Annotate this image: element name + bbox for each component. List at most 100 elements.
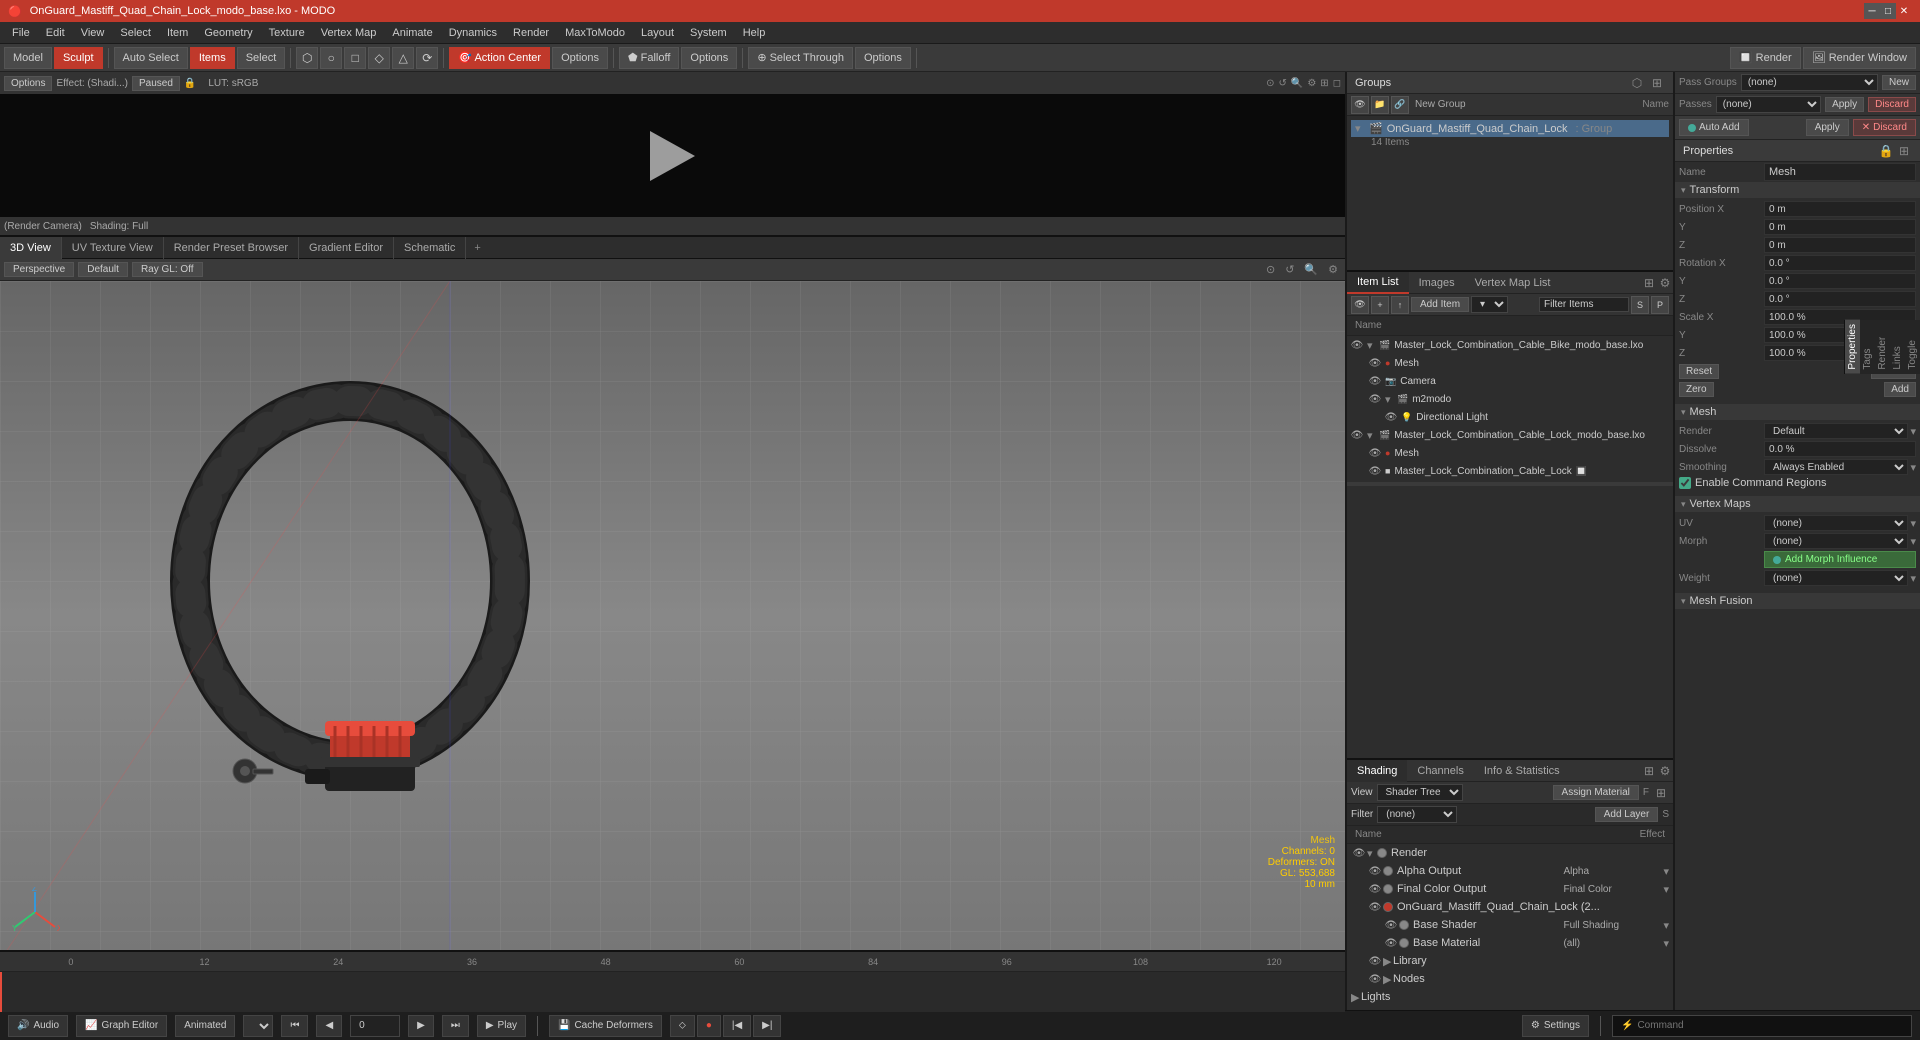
viewport-canvas[interactable]: Mesh Channels: 0 Deformers: ON GL: 553,6… [0, 281, 1345, 950]
smoothing-dropdown[interactable]: Always Enabled [1764, 459, 1908, 475]
auto-add-button[interactable]: Auto Add [1679, 119, 1749, 136]
menu-edit[interactable]: Edit [38, 25, 73, 41]
properties-lock-btn[interactable]: 🔒 [1878, 143, 1894, 159]
model-button[interactable]: Model [4, 47, 52, 69]
render-options-button[interactable]: Options [4, 76, 52, 91]
position-x-value[interactable]: 0 m [1764, 201, 1916, 217]
dissolve-value[interactable]: 0.0 % [1764, 441, 1916, 457]
il-row-6[interactable]: 👁 ● Mesh [1347, 444, 1673, 462]
il-vis-eye-6[interactable]: 👁 [1367, 445, 1383, 461]
il-row-7[interactable]: 👁 ■ Master_Lock_Combination_Cable_Lock 🔲 [1347, 462, 1673, 480]
transform-section-header[interactable]: ▾ Transform [1675, 182, 1920, 198]
add-item-button[interactable]: Add Item [1411, 297, 1469, 312]
render-button[interactable]: 🔲 Render [1730, 47, 1801, 69]
audio-button[interactable]: 🔊 Audio [8, 1015, 68, 1037]
il-vis-eye-0[interactable]: 👁 [1349, 337, 1365, 353]
position-y-value[interactable]: 0 m [1764, 219, 1916, 235]
prev-frame-button[interactable]: ◀ [316, 1015, 342, 1037]
add-morph-influence-button[interactable]: Add Morph Influence [1764, 551, 1916, 568]
animated-button[interactable]: Animated [175, 1015, 235, 1037]
render-window-button[interactable]: 🖼 Render Window [1803, 47, 1916, 69]
shader-tree-dropdown[interactable]: Shader Tree [1377, 784, 1463, 801]
sh-vis-0[interactable]: 👁 [1351, 845, 1367, 861]
vp-icon-3[interactable]: 🔍 [1304, 263, 1318, 276]
groups-icon-3[interactable]: 🔗 [1391, 96, 1409, 114]
rotation-z-value[interactable]: 0.0 ° [1764, 291, 1916, 307]
scrollbar[interactable] [1347, 482, 1673, 486]
itemlist-expand-btn[interactable]: ⊞ [1641, 275, 1657, 291]
il-vis-3[interactable]: ↑ [1391, 296, 1409, 314]
filter-clear-btn[interactable]: S [1631, 296, 1649, 314]
properties-expand-btn[interactable]: ⊞ [1896, 143, 1912, 159]
toolbar-icon-1[interactable]: ⬡ [296, 47, 318, 69]
groups-icon-2[interactable]: 📁 [1371, 96, 1389, 114]
groups-collapse-button[interactable]: ⊞ [1649, 75, 1665, 91]
discard-btn-top[interactable]: Discard [1868, 97, 1916, 112]
vp-icon-4[interactable]: ⚙ [1328, 263, 1338, 276]
tab-render-preset-browser[interactable]: Render Preset Browser [164, 237, 299, 259]
record-btn[interactable]: ● [697, 1015, 721, 1037]
tab-images[interactable]: Images [1409, 272, 1465, 294]
morph-arrow[interactable]: ▾ [1910, 535, 1916, 548]
sh-dropdown-1[interactable]: ▾ [1663, 865, 1669, 878]
menu-select[interactable]: Select [112, 25, 159, 41]
maximize-button[interactable]: □ [1880, 3, 1896, 19]
pass-groups-dropdown[interactable]: (none) [1741, 74, 1878, 91]
render-icon-4[interactable]: ⚙ [1307, 78, 1316, 89]
ray-gl-button[interactable]: Ray GL: Off [132, 262, 203, 277]
assign-material-button[interactable]: Assign Material [1553, 785, 1639, 800]
timeline-track[interactable] [0, 972, 1345, 1012]
menu-system[interactable]: System [682, 25, 735, 41]
menu-texture[interactable]: Texture [261, 25, 313, 41]
prev-key-btn[interactable]: |◀ [723, 1015, 751, 1037]
toolbar-icon-4[interactable]: ◇ [368, 47, 390, 69]
il-vis-eye-4[interactable]: 👁 [1383, 409, 1399, 425]
filter-dropdown[interactable]: (none) [1377, 806, 1457, 823]
shader-row-library[interactable]: 👁 ▶ Library [1347, 952, 1673, 970]
shader-row-nodes[interactable]: 👁 ▶ Nodes [1347, 970, 1673, 988]
sh-vis-5[interactable]: 👁 [1383, 935, 1399, 951]
il-row-5[interactable]: 👁 ▾ 🎬 Master_Lock_Combination_Cable_Lock… [1347, 426, 1673, 444]
cache-deformers-button[interactable]: 💾 Cache Deformers [549, 1015, 662, 1037]
il-row-0[interactable]: 👁 ▾ 🎬 Master_Lock_Combination_Cable_Bike… [1347, 336, 1673, 354]
apply-button[interactable]: Apply [1806, 119, 1849, 136]
uv-dropdown[interactable]: (none) [1764, 515, 1908, 531]
settings-button[interactable]: ⚙ Settings [1522, 1015, 1589, 1037]
menu-item[interactable]: Item [159, 25, 196, 41]
shading-expand2-btn[interactable]: ⊞ [1653, 785, 1669, 801]
il-row-1[interactable]: 👁 ● Mesh [1347, 354, 1673, 372]
il-row-2[interactable]: 👁 📷 Camera [1347, 372, 1673, 390]
render-icon-3[interactable]: 🔍 [1291, 78, 1303, 89]
discard-button[interactable]: ✕ Discard [1853, 119, 1916, 136]
add-item-dropdown[interactable]: ▾ [1471, 296, 1508, 313]
shading-expand-btn[interactable]: ⊞ [1641, 763, 1657, 779]
tab-toggle-right[interactable]: Toggle [1905, 320, 1920, 374]
menu-animate[interactable]: Animate [384, 25, 440, 41]
shading-settings-btn[interactable]: ⚙ [1657, 763, 1673, 779]
il-vis-eye-3[interactable]: 👁 [1367, 391, 1383, 407]
frame-number-input[interactable] [359, 1020, 399, 1031]
menu-view[interactable]: View [73, 25, 113, 41]
mesh-section-header[interactable]: ▾ Mesh [1675, 404, 1920, 420]
menu-layout[interactable]: Layout [633, 25, 682, 41]
il-vis-eye-5[interactable]: 👁 [1349, 427, 1365, 443]
go-end-button[interactable]: ⏭ [442, 1015, 469, 1037]
command-input[interactable] [1637, 1020, 1887, 1031]
passes-dropdown[interactable]: (none) [1716, 96, 1821, 113]
toolbar-icon-6[interactable]: ⟳ [416, 47, 438, 69]
sh-vis-2[interactable]: 👁 [1367, 881, 1383, 897]
tab-render-right[interactable]: Render [1875, 320, 1890, 374]
sh-vis-6[interactable]: 👁 [1367, 953, 1383, 969]
action-options-button[interactable]: Options [552, 47, 608, 69]
menu-dynamics[interactable]: Dynamics [441, 25, 505, 41]
default-button[interactable]: Default [78, 262, 128, 277]
minimize-button[interactable]: ─ [1864, 3, 1880, 19]
graph-editor-button[interactable]: 📈 Graph Editor [76, 1015, 167, 1037]
next-key-btn[interactable]: ▶| [753, 1015, 781, 1037]
tab-info-statistics[interactable]: Info & Statistics [1474, 760, 1570, 782]
name-input[interactable] [1764, 163, 1916, 181]
reset-button[interactable]: Reset [1679, 364, 1719, 379]
il-row-4[interactable]: 👁 💡 Directional Light [1347, 408, 1673, 426]
position-z-value[interactable]: 0 m [1764, 237, 1916, 253]
tab-links-right[interactable]: Links [1890, 320, 1905, 374]
